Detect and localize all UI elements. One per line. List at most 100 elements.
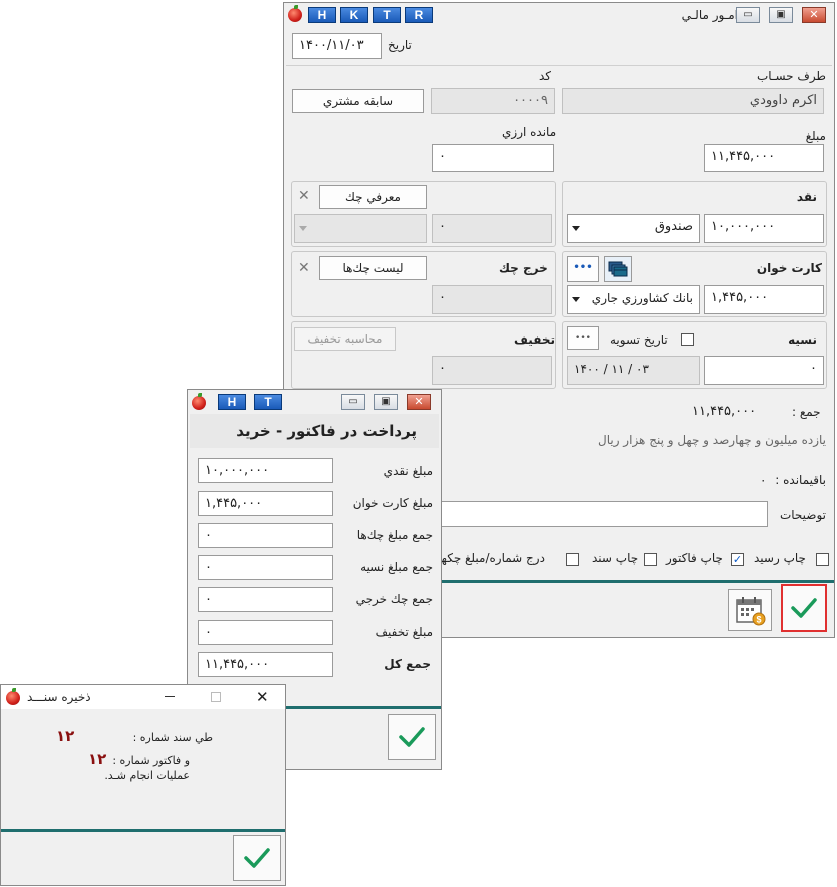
invoice-number: ۱۲ — [88, 750, 107, 768]
credit-label: نسيه — [788, 333, 817, 347]
minimize-button[interactable]: ▭ — [736, 7, 760, 23]
party-label: طرف حسـاب — [756, 69, 826, 83]
payment-titlebar: H T ▭ ▣ ✕ — [188, 390, 441, 414]
payment-confirm-button[interactable] — [388, 714, 436, 760]
grand-total-label: جمع كل — [384, 657, 431, 671]
cheque-select — [294, 214, 427, 243]
spent-cheque-field: ۰ — [432, 285, 552, 314]
print-invoice-checkbox[interactable]: ✓ — [731, 553, 744, 566]
confirm-button[interactable] — [781, 584, 827, 632]
card-more-button[interactable]: ••• — [567, 256, 599, 282]
insert-cheque-number-label: درج شماره/مبلغ چكها — [438, 551, 545, 565]
print-invoice-label: چاپ فاكتور — [666, 551, 723, 565]
cash-account-value: صندوق — [654, 219, 693, 234]
card-list-button[interactable] — [604, 256, 632, 282]
hk-button-k[interactable]: K — [340, 7, 368, 23]
description-field[interactable] — [432, 501, 768, 527]
cheques-total-label: جمع مبلغ چك‌ها — [356, 528, 433, 542]
print-receipt-checkbox[interactable] — [816, 553, 829, 566]
main-title: امـور مالـي — [681, 8, 738, 22]
total-value: ۱۱,۴۴۵,۰۰۰ — [692, 404, 757, 419]
close-icon[interactable]: ✕ — [298, 188, 310, 204]
settle-date-field[interactable]: ۱۴۰۰ / ۱۱ / ۰۳ — [567, 356, 700, 385]
introduce-cheque-button[interactable]: معرفي چك — [319, 185, 427, 209]
insert-cheque-number-checkbox[interactable] — [566, 553, 579, 566]
discount-amount-label: مبلغ تخفيف — [375, 625, 433, 639]
discount-field: ۰ — [432, 356, 552, 385]
amount-field[interactable]: ۱۱,۴۴۵,۰۰۰ — [704, 144, 824, 172]
grand-total-field: ۱۱,۴۴۵,۰۰۰ — [198, 652, 333, 677]
divider — [286, 65, 832, 66]
bank-select[interactable]: بانك كشاورزي جاري — [567, 285, 700, 314]
print-document-label: چاپ سند — [592, 551, 639, 565]
minimize-button[interactable]: ▭ — [341, 394, 365, 410]
card-amount-label: مبلغ كارت خوان — [352, 496, 433, 510]
hk-button-h[interactable]: H — [218, 394, 246, 410]
ellipsis-icon: ••• — [575, 333, 591, 343]
credit-total-label: جمع مبلغ نسيه — [360, 560, 433, 574]
credit-field[interactable]: ۰ — [704, 356, 824, 385]
print-document-checkbox[interactable] — [644, 553, 657, 566]
fx-balance-field[interactable]: ۰ — [432, 144, 554, 172]
operation-done-label: عمليات انجام شـد. — [104, 769, 190, 782]
hk-button-h[interactable]: H — [308, 7, 336, 23]
party-field[interactable]: اكرم داوودي — [562, 88, 824, 114]
maximize-button[interactable] — [211, 692, 221, 702]
code-field: ۰۰۰۰۹ — [431, 88, 555, 114]
close-button[interactable]: ✕ — [802, 7, 826, 23]
invoice-line-label: و فاكتور شماره : — [112, 754, 190, 767]
checkmark-icon — [244, 848, 270, 868]
calendar-money-icon: $ — [736, 597, 766, 626]
settle-date-label: تاريخ تسويه — [610, 333, 668, 347]
app-logo-icon — [6, 688, 20, 705]
close-button[interactable]: ✕ — [407, 394, 431, 410]
cash-field[interactable]: ۱۰,۰۰۰,۰۰۰ — [704, 214, 824, 243]
maximize-button[interactable]: ▣ — [374, 394, 398, 410]
payment-heading: پرداخت در فاكتور - خريد — [236, 422, 417, 440]
calculate-discount-button[interactable]: محاسبه تخفيف — [294, 327, 396, 351]
total-label: جمع : — [792, 405, 821, 419]
cash-account-select[interactable]: صندوق — [567, 214, 700, 243]
save-title: ذخيره سنـــد — [27, 690, 91, 704]
chevron-down-icon — [572, 226, 580, 231]
cheques-total-field: ۰ — [198, 523, 333, 548]
calendar-payment-button[interactable]: $ — [728, 589, 772, 631]
checkmark-icon — [791, 598, 817, 618]
chevron-down-icon — [299, 226, 307, 231]
spent-cheque-total-label: جمع چك خرجي — [355, 592, 433, 606]
customer-history-button[interactable]: سابقه مشتري — [292, 89, 424, 113]
cash-amount-field: ۱۰,۰۰۰,۰۰۰ — [198, 458, 333, 483]
cards-icon — [608, 261, 628, 277]
minimize-button[interactable] — [165, 689, 175, 697]
cash-label: نقد — [796, 190, 817, 204]
hk-button-t[interactable]: T — [254, 394, 282, 410]
date-label: تاريخ — [388, 38, 412, 52]
cheque-list-button[interactable]: ليست چك‌ها — [319, 256, 427, 280]
fx-balance-label: مانده ارزي — [502, 125, 557, 139]
discount-label: تخفيف — [514, 333, 555, 347]
app-logo-icon — [192, 393, 206, 410]
cash-amount-label: مبلغ نقدي — [383, 464, 433, 478]
spent-cheque-total-field: ۰ — [198, 587, 333, 612]
credit-total-field: ۰ — [198, 555, 333, 580]
card-amount-field[interactable]: ۱,۴۴۵,۰۰۰ — [704, 285, 824, 314]
maximize-button[interactable]: ▣ — [769, 7, 793, 23]
remaining-label: باقيمانده : — [775, 473, 826, 487]
discount-amount-field: ۰ — [198, 620, 333, 645]
amount-label: مبلغ — [805, 129, 826, 143]
card-reader-label: كارت خوان — [756, 261, 822, 275]
main-titlebar: H K T R امـور مالـي ▭ ▣ ✕ — [284, 3, 834, 27]
checkmark-icon — [399, 727, 425, 747]
save-confirm-button[interactable] — [233, 835, 281, 881]
total-in-words: يازده ميليون و چهارصد و چهل و پنج هزار ر… — [597, 433, 826, 447]
close-icon[interactable]: ✕ — [298, 260, 310, 276]
code-label: كد — [539, 69, 552, 83]
settle-date-checkbox[interactable] — [681, 333, 694, 346]
hk-button-t[interactable]: T — [373, 7, 401, 23]
date-field[interactable]: ۱۴۰۰/۱۱/۰۳ — [292, 33, 382, 59]
app-logo-icon — [288, 5, 302, 22]
settle-more-button[interactable]: ••• — [567, 326, 599, 350]
hk-button-r[interactable]: R — [405, 7, 433, 23]
save-titlebar: ذخيره سنـــد ✕ — [1, 685, 285, 709]
close-button[interactable]: ✕ — [256, 688, 269, 706]
